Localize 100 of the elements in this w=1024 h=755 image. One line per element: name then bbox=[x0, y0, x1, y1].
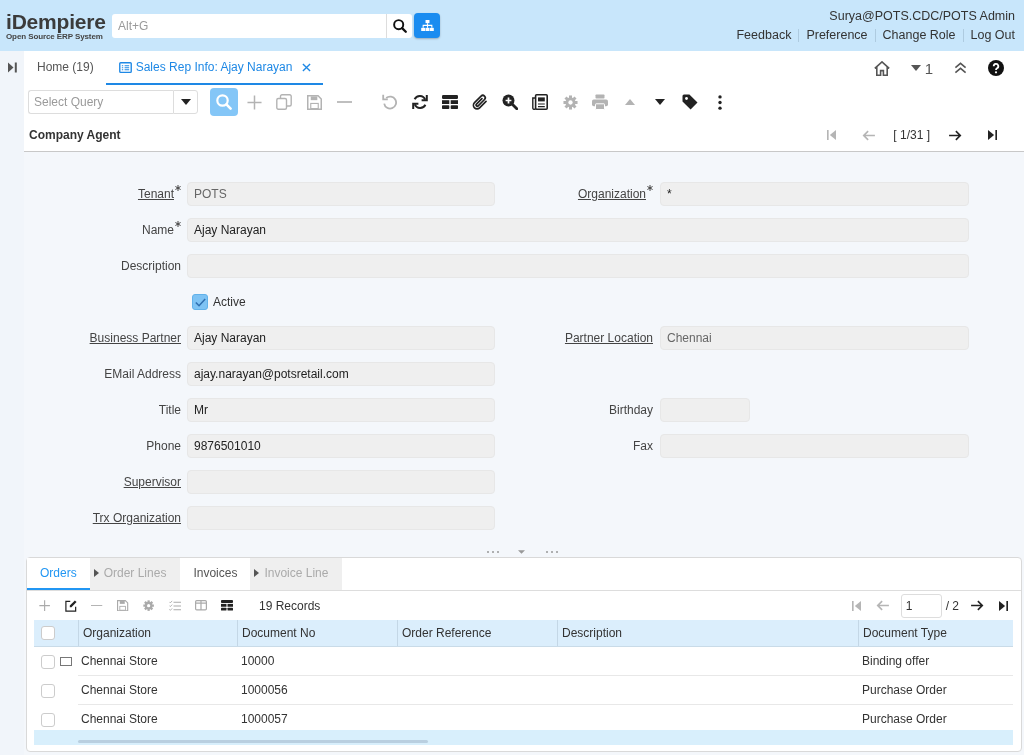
window-tab[interactable]: Home (19) bbox=[24, 51, 106, 85]
undo-arrow-icon bbox=[382, 94, 398, 110]
gear-icon bbox=[562, 94, 578, 110]
double-chevron-up-icon[interactable] bbox=[954, 62, 967, 74]
arrow-left-icon bbox=[876, 600, 890, 611]
dots-icon[interactable] bbox=[487, 550, 499, 553]
field-label: Title bbox=[158, 403, 181, 417]
header-link[interactable]: Feedback bbox=[729, 28, 799, 43]
skip-start-icon bbox=[852, 600, 862, 611]
printer-icon bbox=[592, 94, 608, 110]
minus-icon bbox=[91, 604, 103, 607]
skip-end-icon bbox=[998, 600, 1008, 611]
horizontal-scrollbar[interactable] bbox=[78, 740, 428, 743]
expand-panel-icon[interactable] bbox=[7, 62, 17, 73]
help-icon[interactable] bbox=[988, 60, 1004, 76]
text-field[interactable]: 9876501010 bbox=[187, 434, 495, 458]
logo-tagline: Open Source ERP System bbox=[6, 32, 103, 41]
table-cell: 1000056 bbox=[237, 676, 397, 705]
column-header[interactable]: Organization bbox=[78, 620, 237, 646]
caret-down-icon bbox=[180, 99, 191, 105]
search-icon bbox=[216, 94, 232, 110]
text-field[interactable]: POTS bbox=[187, 182, 495, 206]
paperclip-icon bbox=[472, 94, 488, 110]
dropdown-button[interactable] bbox=[173, 90, 198, 114]
column-header[interactable]: Order Reference bbox=[397, 620, 557, 646]
table-cell: Chennai Store bbox=[78, 647, 237, 676]
field-label: Name bbox=[142, 223, 174, 237]
checkbox-label: Active bbox=[213, 295, 246, 309]
column-header[interactable]: Document No bbox=[237, 620, 397, 646]
query-field[interactable]: Select Query bbox=[28, 90, 173, 114]
refresh-icon bbox=[412, 94, 428, 110]
checkbox[interactable] bbox=[192, 294, 208, 310]
search-field[interactable]: Alt+G bbox=[112, 13, 386, 38]
arrow-right-icon bbox=[948, 129, 962, 141]
column-header[interactable]: Description bbox=[557, 620, 858, 646]
caret-right-icon bbox=[254, 569, 260, 577]
arrow-left-icon bbox=[861, 129, 875, 141]
form-title: Company Agent bbox=[29, 128, 121, 142]
text-field[interactable]: ajay.narayan@potsretail.com bbox=[187, 362, 495, 386]
table-icon bbox=[442, 95, 458, 109]
row-checkbox[interactable] bbox=[41, 712, 55, 727]
copy-icon bbox=[276, 94, 292, 110]
close-icon[interactable] bbox=[302, 62, 312, 72]
home-icon[interactable] bbox=[873, 60, 890, 76]
table-cell: 10000 bbox=[237, 647, 397, 676]
logo-wordmark: iDempiere bbox=[6, 10, 106, 32]
field-label: Description bbox=[120, 259, 181, 273]
text-field[interactable]: Chennai bbox=[660, 326, 969, 350]
caret-down-icon bbox=[655, 99, 665, 105]
column-header[interactable]: Document Type bbox=[858, 620, 1013, 646]
field-label: Phone bbox=[146, 439, 181, 453]
skip-start-icon bbox=[826, 130, 836, 140]
checklist-icon bbox=[169, 599, 181, 612]
caret-right-icon bbox=[93, 569, 99, 577]
field-label-link[interactable]: Organization bbox=[577, 187, 646, 201]
field-label-link[interactable]: Trx Organization bbox=[92, 511, 181, 525]
user-role-text: Surya@POTS.CDC/POTS Admin bbox=[829, 8, 1015, 23]
zoom-in-icon bbox=[502, 94, 518, 110]
search-icon bbox=[392, 18, 407, 33]
text-field[interactable]: Ajay Narayan bbox=[187, 326, 495, 350]
plus-icon bbox=[246, 94, 262, 110]
field-label: Fax bbox=[633, 439, 653, 453]
table-cell: Binding offer bbox=[858, 647, 1013, 676]
plus-icon bbox=[39, 599, 51, 612]
newspaper-icon bbox=[532, 94, 548, 110]
header-link[interactable]: Preference bbox=[798, 28, 875, 43]
field-label-link[interactable]: Supervisor bbox=[123, 475, 181, 489]
table-cell: Chennai Store bbox=[78, 676, 237, 705]
checkmark-icon bbox=[194, 297, 206, 307]
caret-down-icon[interactable] bbox=[518, 549, 525, 554]
dots-icon[interactable] bbox=[546, 550, 558, 553]
pencil-square-icon bbox=[65, 599, 77, 612]
field-label-link[interactable]: Business Partner bbox=[89, 331, 181, 345]
table-icon bbox=[221, 600, 233, 611]
field-label: Birthday bbox=[608, 403, 653, 417]
gear-icon bbox=[143, 599, 155, 612]
header-link[interactable]: Change Role bbox=[874, 28, 963, 43]
page-number-field[interactable]: 1 bbox=[900, 593, 942, 618]
search-button[interactable] bbox=[386, 13, 412, 38]
page-total-text: / 2 bbox=[945, 598, 959, 613]
open-windows-dropdown[interactable]: 1 bbox=[910, 59, 933, 77]
row-checkbox[interactable] bbox=[41, 654, 55, 669]
skip-end-icon bbox=[987, 130, 997, 140]
field-label-link[interactable]: Partner Location bbox=[564, 331, 653, 345]
header-link[interactable]: Log Out bbox=[962, 28, 1015, 43]
record-position-text: [ 1/31 ] bbox=[893, 128, 930, 142]
caret-up-icon bbox=[625, 99, 635, 105]
select-all-checkbox[interactable] bbox=[41, 626, 55, 640]
table-cell: Purchase Order bbox=[858, 676, 1013, 705]
arrow-right-icon bbox=[970, 600, 984, 611]
caret-down-icon bbox=[910, 65, 921, 71]
text-field[interactable]: Mr bbox=[187, 398, 495, 422]
row-checkbox[interactable] bbox=[41, 683, 55, 698]
list-document-icon bbox=[118, 61, 132, 73]
hierarchy-icon bbox=[420, 20, 434, 31]
text-field[interactable]: * bbox=[660, 182, 969, 206]
field-label-link[interactable]: Tenant bbox=[137, 187, 174, 201]
text-field[interactable]: Ajay Narayan bbox=[187, 218, 969, 242]
vertical-dots-icon bbox=[718, 94, 722, 110]
columns-icon bbox=[195, 600, 207, 611]
